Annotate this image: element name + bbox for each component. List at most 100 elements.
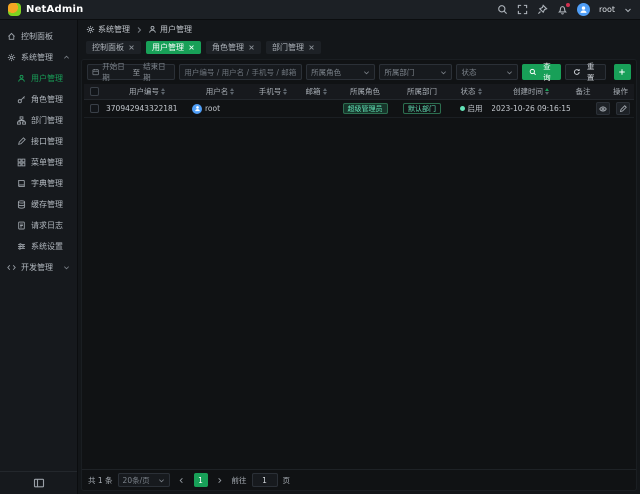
sort-icons: [230, 88, 234, 95]
date-range-picker[interactable]: 开始日期 至 结束日期: [87, 64, 175, 80]
row-checkbox[interactable]: [90, 104, 99, 113]
department-tag: 默认部门: [403, 103, 441, 114]
tab-label: 部门管理: [272, 42, 304, 53]
close-icon[interactable]: [188, 44, 195, 51]
sidebar-nav: 控制面板 系统管理 用户管理 角色管理 部门管理: [0, 20, 77, 471]
sort-icons: [323, 88, 327, 95]
chevron-down-icon: [440, 69, 447, 76]
sidebar-item-system[interactable]: 系统管理: [0, 47, 77, 68]
pin-icon[interactable]: [537, 4, 548, 15]
app-logo[interactable]: NetAdmin: [8, 3, 78, 16]
collapse-sidebar-button[interactable]: [33, 477, 45, 489]
reset-button[interactable]: 重置: [565, 64, 606, 80]
col-label: 操作: [613, 86, 628, 97]
reset-button-label: 重置: [584, 61, 598, 83]
sliders-icon: [17, 242, 26, 251]
page-size-select[interactable]: 20条/页: [118, 473, 170, 487]
search-icon[interactable]: [497, 4, 508, 15]
keyword-field: [179, 64, 302, 80]
col-header-status[interactable]: 状态: [450, 86, 492, 97]
breadcrumb-item-system[interactable]: 系统管理: [86, 24, 130, 35]
file-text-icon: [17, 221, 26, 230]
sidebar-item-roles[interactable]: 角色管理: [0, 89, 77, 110]
pagination-total: 共 1 条: [88, 475, 113, 486]
chevron-down-icon: [63, 264, 70, 271]
pagination-bar: 共 1 条 20条/页 1 前往 页: [82, 469, 636, 490]
grid-icon: [17, 158, 26, 167]
plus-icon: [618, 68, 626, 76]
status-select[interactable]: 状态: [456, 64, 518, 80]
col-header-username[interactable]: 用户名: [190, 86, 250, 97]
tab-roles[interactable]: 角色管理: [206, 41, 261, 54]
current-page-button[interactable]: 1: [194, 473, 208, 487]
close-icon[interactable]: [308, 44, 315, 51]
col-header-user-id[interactable]: 用户编号: [104, 86, 190, 97]
app-window: NetAdmin root 控制面板: [0, 0, 640, 494]
col-header-created-at[interactable]: 创建时间: [492, 86, 570, 97]
close-icon[interactable]: [248, 44, 255, 51]
date-separator: 至: [133, 67, 141, 78]
col-label: 备注: [576, 86, 591, 97]
col-label: 创建时间: [513, 86, 543, 97]
tab-dashboard[interactable]: 控制面板: [86, 41, 141, 54]
header-actions: root: [497, 3, 632, 16]
sidebar-item-api[interactable]: 接口管理: [0, 131, 77, 152]
sidebar-item-dashboard[interactable]: 控制面板: [0, 26, 77, 47]
notifications-button[interactable]: [557, 4, 568, 15]
tab-departments[interactable]: 部门管理: [266, 41, 321, 54]
app-title: NetAdmin: [26, 4, 83, 15]
user-icon: [148, 25, 157, 34]
prev-page-button[interactable]: [175, 473, 189, 487]
close-icon[interactable]: [128, 44, 135, 51]
table-header-row: 用户编号 用户名 手机号 邮箱: [84, 84, 634, 100]
date-end-placeholder: 结束日期: [143, 61, 170, 83]
breadcrumb-label: 系统管理: [98, 24, 130, 35]
role-select[interactable]: 所属角色: [306, 64, 375, 80]
select-all-checkbox[interactable]: [90, 87, 99, 96]
user-menu-caret-icon[interactable]: [624, 6, 632, 14]
cell-status: 启用: [450, 103, 492, 114]
chevron-up-icon: [63, 54, 70, 61]
sort-icons-active: [545, 88, 549, 95]
sidebar-item-dictionary[interactable]: 字典管理: [0, 173, 77, 194]
tab-users[interactable]: 用户管理: [146, 41, 201, 54]
next-page-button[interactable]: [213, 473, 227, 487]
user-name[interactable]: root: [599, 5, 615, 14]
sidebar-item-menus[interactable]: 菜单管理: [0, 152, 77, 173]
keyword-input[interactable]: [184, 68, 297, 77]
col-header-department: 所属部门: [394, 86, 450, 97]
view-button[interactable]: [596, 102, 610, 115]
sidebar-item-cache[interactable]: 缓存管理: [0, 194, 77, 215]
table-empty-space: [82, 118, 636, 469]
col-label: 邮箱: [306, 86, 321, 97]
sidebar-item-request-log[interactable]: 请求日志: [0, 215, 77, 236]
sidebar-item-label: 用户管理: [31, 73, 63, 84]
status-text: 启用: [468, 103, 483, 114]
table-row[interactable]: 370942943322181 root 超级管理员: [84, 100, 634, 118]
col-label: 所属部门: [407, 86, 437, 97]
fullscreen-icon[interactable]: [517, 4, 528, 15]
add-user-button[interactable]: [614, 64, 631, 80]
col-header-phone[interactable]: 手机号: [250, 86, 296, 97]
col-header-email[interactable]: 邮箱: [296, 86, 336, 97]
content-panel: 开始日期 至 结束日期 所属角色 所属部门: [81, 59, 637, 491]
department-select[interactable]: 所属部门: [379, 64, 452, 80]
edit-button[interactable]: [616, 102, 630, 115]
goto-unit: 页: [283, 475, 291, 486]
page-size-value: 20条/页: [123, 475, 150, 486]
sidebar-item-departments[interactable]: 部门管理: [0, 110, 77, 131]
cell-department: 默认部门: [394, 103, 450, 114]
breadcrumb: 系统管理 用户管理: [78, 20, 640, 39]
sidebar-item-settings[interactable]: 系统设置: [0, 236, 77, 257]
breadcrumb-item-users[interactable]: 用户管理: [148, 24, 192, 35]
sort-icons: [283, 88, 287, 95]
calendar-icon: [92, 68, 99, 76]
sidebar-item-users[interactable]: 用户管理: [0, 68, 77, 89]
sort-icons: [161, 88, 165, 95]
sort-icons: [478, 88, 482, 95]
search-button[interactable]: 查询: [522, 64, 561, 80]
sidebar-item-label: 请求日志: [31, 220, 63, 231]
goto-page-input[interactable]: [257, 476, 273, 485]
user-avatar[interactable]: [577, 3, 590, 16]
sidebar-item-development[interactable]: 开发管理: [0, 257, 77, 278]
